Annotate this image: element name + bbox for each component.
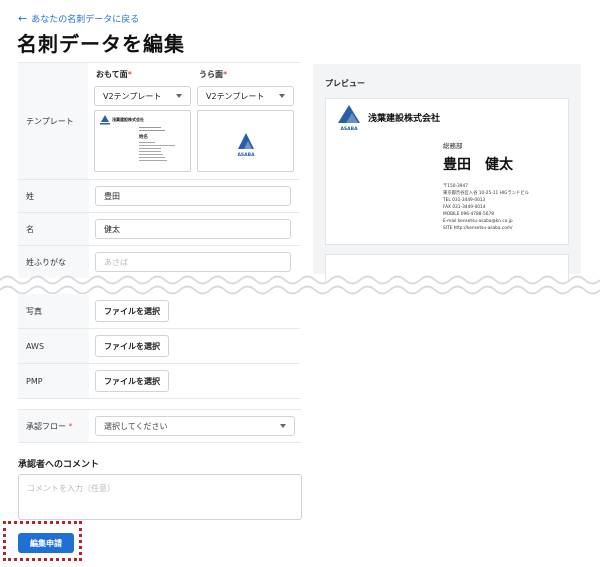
approval-row: 承認フロー * 選択してください <box>18 409 301 443</box>
photo-label: 写真 <box>18 294 89 328</box>
approval-flow-select[interactable]: 選択してください <box>95 416 295 436</box>
pmp-label: PMP <box>18 364 89 398</box>
preview-tel: TEL 031-3449-0013 <box>442 197 486 203</box>
template-row: テンプレート おもて面* V2テンプレート 浅葉建設株式会社 姓名 うら面* V… <box>18 62 300 179</box>
preview-fax: FAX 031-3449-0014 <box>443 204 486 210</box>
last-name-row: 姓 豊田 <box>18 179 300 212</box>
back-heading: うら面* <box>199 70 228 79</box>
front-template-column: おもて面* V2テンプレート 浅葉建設株式会社 姓名 <box>94 67 191 172</box>
back-template-select[interactable]: V2テンプレート <box>197 86 294 106</box>
first-name-input[interactable]: 健太 <box>95 219 291 239</box>
back-template-column: うら面* V2テンプレート ASABA <box>197 67 294 172</box>
back-link[interactable]: ← あなたの名刺データに戻る <box>18 12 139 25</box>
preview-email: E-mail kensetsu-asaba@kn.co.jp <box>443 218 513 224</box>
preview-mobile: MOBILE 096-4788-5678 <box>443 211 494 217</box>
preview-postal: 〒150-3947 <box>443 183 468 189</box>
chevron-down-icon <box>280 424 286 428</box>
pmp-file-button[interactable]: ファイルを選択 <box>95 370 169 392</box>
front-template-select[interactable]: V2テンプレート <box>94 86 191 106</box>
chevron-down-icon <box>279 94 285 98</box>
comment-heading: 承認者へのコメント <box>18 460 100 470</box>
preview-name: 豊田 健太 <box>443 156 514 173</box>
comment-textarea[interactable]: コメントを入力（任意） <box>18 474 302 520</box>
page-title: 名刺データを編集 <box>17 32 185 56</box>
preview-panel: プレビュー ASABA 浅葉建設株式会社 総務部 豊田 健太 〒150-3947… <box>313 64 581 286</box>
preview-department: 総務部 <box>443 141 463 150</box>
preview-address: 東京都渋谷区入谷 10-25-11 HIGランドビル <box>443 189 530 196</box>
approval-label: 承認フロー * <box>18 410 89 442</box>
submit-edit-request-button[interactable]: 編集申請 <box>18 533 74 553</box>
front-heading: おもて面* <box>96 70 132 79</box>
first-name-label: 名 <box>18 213 89 245</box>
chevron-down-icon <box>176 94 182 98</box>
back-link-label: あなたの名刺データに戻る <box>31 15 140 25</box>
preview-card-front: ASABA 浅葉建設株式会社 総務部 豊田 健太 〒150-3947 東京都渋谷… <box>325 98 569 245</box>
file-rows: 写真 ファイルを選択 AWS ファイルを選択 PMP ファイルを選択 <box>18 294 300 399</box>
pmp-row: PMP ファイルを選択 <box>18 363 300 399</box>
first-name-row: 名 健太 <box>18 212 300 245</box>
preview-logo-text: ASABA <box>340 126 358 132</box>
arrow-left-icon: ← <box>18 12 28 25</box>
last-name-input[interactable]: 豊田 <box>95 186 291 206</box>
photo-file-button[interactable]: ファイルを選択 <box>95 300 169 322</box>
thumb-company: 浅葉建設株式会社 <box>112 116 144 122</box>
photo-row: 写真 ファイルを選択 <box>18 294 300 328</box>
preview-site: SITE http://kensetsu-asaba.com/ <box>443 225 513 231</box>
last-name-label: 姓 <box>18 180 89 212</box>
approval-section: 承認フロー * 選択してください <box>18 409 301 443</box>
preview-company: 浅葉建設株式会社 <box>368 112 440 124</box>
aws-label: AWS <box>18 329 89 363</box>
back-template-thumbnail: ASABA <box>197 110 294 172</box>
thumb-name: 姓名 <box>138 133 148 140</box>
back-logo-text: ASABA <box>237 152 255 158</box>
front-template-thumbnail: 浅葉建設株式会社 姓名 <box>94 110 191 172</box>
template-label: テンプレート <box>18 63 88 179</box>
aws-row: AWS ファイルを選択 <box>18 328 300 363</box>
edit-form: テンプレート おもて面* V2テンプレート 浅葉建設株式会社 姓名 うら面* V… <box>18 62 300 278</box>
aws-file-button[interactable]: ファイルを選択 <box>95 335 169 357</box>
preview-heading: プレビュー <box>325 79 365 88</box>
